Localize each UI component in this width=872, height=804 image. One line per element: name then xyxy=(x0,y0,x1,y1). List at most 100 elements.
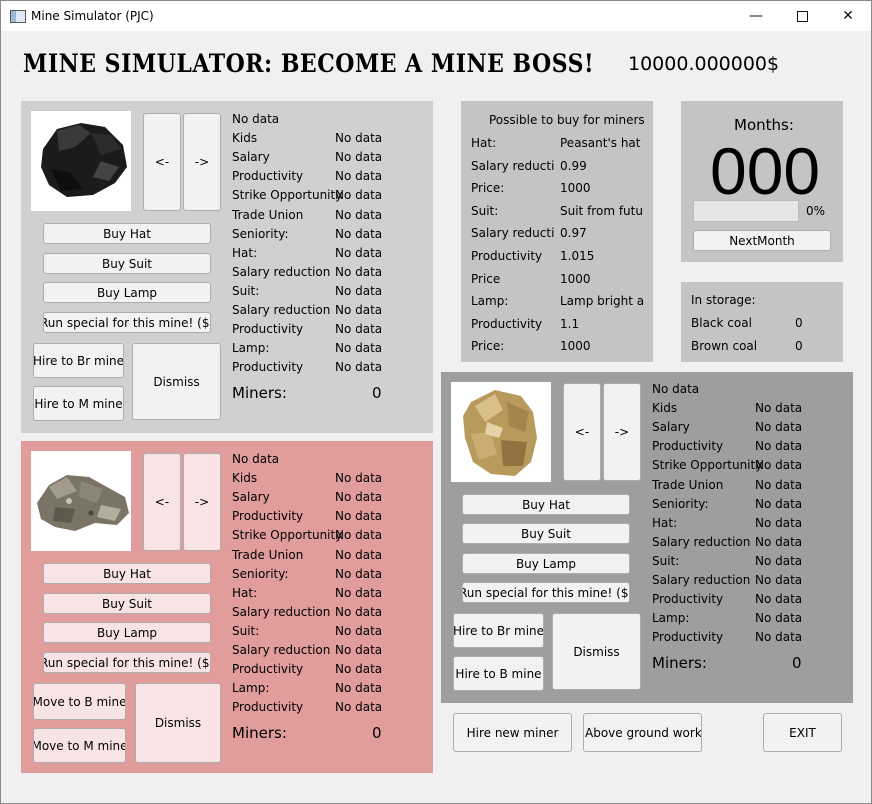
miners-count: 0 xyxy=(372,724,382,742)
shop-row-label: Price: xyxy=(471,339,505,354)
hire-to-b-mine-button[interactable]: Hire to B mine xyxy=(453,656,544,691)
close-icon[interactable]: ✕ xyxy=(825,1,871,31)
stat-label: Suit: xyxy=(232,283,260,298)
buy-suit-button[interactable]: Buy Suit xyxy=(462,523,630,544)
run-special-button[interactable]: Run special for this mine! ($500) xyxy=(462,582,630,603)
buy-hat-button[interactable]: Buy Hat xyxy=(43,223,211,244)
mine-panel-m: <- -> Buy Hat Buy Suit Buy Lamp Run spec… xyxy=(441,372,853,703)
prev-miner-button[interactable]: <- xyxy=(563,383,601,481)
stat-label: Lamp: xyxy=(232,341,270,356)
stat-value: No data xyxy=(335,471,383,486)
shop-row-value: 0.97 xyxy=(560,226,587,241)
hire-to-m-mine-button[interactable]: Hire to M mine xyxy=(33,386,124,421)
stat-label: Productivity xyxy=(652,630,724,645)
stat-value: No data xyxy=(335,303,383,317)
months-label: Months: xyxy=(734,116,794,134)
above-ground-workers-button[interactable]: Above ground workers xyxy=(583,713,702,752)
stat-value: No data xyxy=(755,592,803,607)
stat-value: No data xyxy=(755,515,803,530)
stat-value: No data xyxy=(335,245,383,260)
stat-label: Productivity xyxy=(232,509,304,524)
stat-label: Kids xyxy=(232,131,258,146)
page-title: MINE SIMULATOR: BECOME A MINE BOSS! xyxy=(23,49,595,79)
stat-label: No data xyxy=(232,112,280,126)
stat-value: No data xyxy=(335,490,383,505)
miners-label: Miners: xyxy=(652,654,707,672)
dismiss-button[interactable]: Dismiss xyxy=(552,613,641,690)
stat-label: Productivity xyxy=(232,169,304,184)
next-miner-button[interactable]: -> xyxy=(183,453,221,551)
stat-label: Suit: xyxy=(652,553,680,568)
prev-miner-button[interactable]: <- xyxy=(143,453,181,551)
stat-label: Lamp: xyxy=(232,681,270,696)
buy-lamp-button[interactable]: Buy Lamp xyxy=(462,553,630,574)
stat-value: No data xyxy=(755,534,803,549)
stat-label: Seniority: xyxy=(232,566,289,581)
dismiss-button[interactable]: Dismiss xyxy=(132,343,221,420)
stat-value: No data xyxy=(335,643,383,657)
stat-value: No data xyxy=(335,700,383,715)
shop-row-value: 1000 xyxy=(560,181,591,196)
buy-suit-button[interactable]: Buy Suit xyxy=(43,253,211,274)
mine-panel-brown: <- -> Buy Hat Buy Suit Buy Lamp Run spec… xyxy=(21,441,433,773)
brown-coal-image xyxy=(31,451,131,551)
move-to-b-mine-button[interactable]: Move to B mine xyxy=(33,683,126,720)
stat-value: No data xyxy=(335,585,383,600)
miners-count: 0 xyxy=(372,384,382,402)
stat-label: Kids xyxy=(652,401,678,416)
stat-value: No data xyxy=(335,662,383,677)
month-progress-bar xyxy=(693,200,799,222)
buy-lamp-button[interactable]: Buy Lamp xyxy=(43,622,211,643)
stat-label: Salary reduction xyxy=(232,264,331,279)
black-coal-value: 0 xyxy=(795,316,803,330)
next-month-button[interactable]: NextMonth xyxy=(693,230,831,251)
buy-hat-button[interactable]: Buy Hat xyxy=(462,494,630,515)
run-special-button[interactable]: Run special for this mine! ($500) xyxy=(43,312,211,333)
shop-row-label: Productivity xyxy=(471,249,543,263)
hire-to-br-mine-button[interactable]: Hire to Br mine xyxy=(33,343,124,378)
next-miner-button[interactable]: -> xyxy=(603,383,641,481)
stat-label: Trade Union xyxy=(652,477,724,492)
run-special-button[interactable]: Run special for this mine! ($500) xyxy=(43,652,211,673)
buy-suit-button[interactable]: Buy Suit xyxy=(43,593,211,614)
next-miner-button[interactable]: -> xyxy=(183,113,221,211)
dismiss-button[interactable]: Dismiss xyxy=(135,683,221,763)
stat-label: Seniority: xyxy=(652,496,709,511)
buy-hat-button[interactable]: Buy Hat xyxy=(43,563,211,584)
months-counter: 000 xyxy=(710,134,821,208)
stat-label: Strike Opportunity xyxy=(652,458,763,473)
storage-panel: In storage: Black coal 0 Brown coal 0 xyxy=(681,282,843,362)
hire-new-miner-button[interactable]: Hire new miner xyxy=(453,713,572,752)
stat-value: No data xyxy=(335,509,383,524)
stat-label: Salary reduction xyxy=(232,643,331,657)
stat-value: No data xyxy=(755,496,803,511)
shop-row-label: Hat: xyxy=(471,136,497,150)
money-display: 10000.000000$ xyxy=(628,53,780,75)
stat-label: Trade Union xyxy=(232,207,304,222)
stat-value: No data xyxy=(335,264,383,279)
prev-miner-button[interactable]: <- xyxy=(143,113,181,211)
app-icon xyxy=(10,10,26,23)
buy-lamp-button[interactable]: Buy Lamp xyxy=(43,282,211,303)
stat-label: Salary xyxy=(232,150,270,165)
minimize-icon[interactable]: — xyxy=(733,1,779,31)
maximize-icon[interactable] xyxy=(779,1,825,31)
stat-value: No data xyxy=(335,150,383,165)
stat-value: No data xyxy=(755,420,803,435)
shop-panel: Possible to buy for miners Hat: Peasant's… xyxy=(461,101,653,362)
stat-value: No data xyxy=(755,573,803,587)
shop-row-label: Productivity xyxy=(471,316,543,331)
exit-button[interactable]: EXIT xyxy=(763,713,842,752)
miners-label: Miners: xyxy=(232,384,287,402)
ore-image xyxy=(451,382,551,482)
stat-value: No data xyxy=(335,341,383,356)
stat-label: Strike Opportunity xyxy=(232,188,343,203)
stat-value: No data xyxy=(335,623,383,638)
brown-coal-value: 0 xyxy=(795,339,803,353)
move-to-m-mine-button[interactable]: Move to M mine xyxy=(33,728,126,763)
month-progress-text: 0% xyxy=(806,204,826,218)
stat-value: No data xyxy=(755,477,803,492)
stat-value: No data xyxy=(755,458,803,473)
black-coal-label: Black coal xyxy=(691,316,752,330)
hire-to-br-mine-button[interactable]: Hire to Br mine xyxy=(453,613,544,648)
